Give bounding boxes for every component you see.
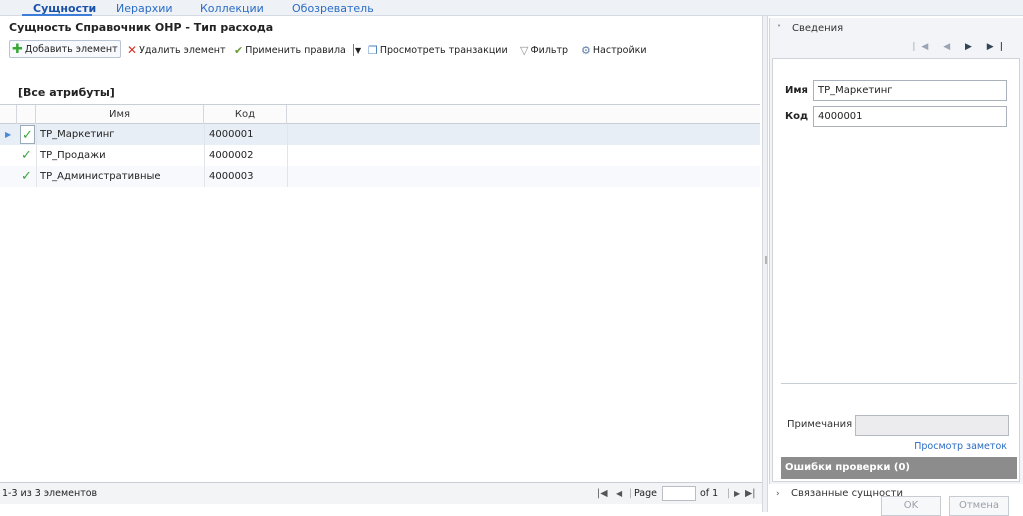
record-navigator: |◀ ◀ ▶ ▶| xyxy=(912,42,1009,52)
rules-icon: ✔ xyxy=(234,43,244,57)
main-tab-bar: Сущности Иерархии Коллекции Обозреватель xyxy=(0,0,1023,16)
grid-header: Имя Код xyxy=(0,105,760,124)
cell-name: ТР_Административные xyxy=(40,171,161,182)
cell-code: 4000001 xyxy=(209,129,254,140)
column-divider xyxy=(287,124,288,187)
tab-explorer[interactable]: Обозреватель xyxy=(292,2,374,15)
validation-errors-bar[interactable]: Ошибки проверки (0) xyxy=(781,457,1017,479)
last-record-icon[interactable]: ▶| xyxy=(987,42,1009,52)
first-page-icon[interactable]: |◀ xyxy=(597,488,608,499)
last-page-icon[interactable]: ▶| xyxy=(745,488,756,499)
view-transactions-button[interactable]: ❐ Просмотреть транзакции xyxy=(368,43,508,57)
page-label: Page xyxy=(634,488,657,499)
page-number-input[interactable] xyxy=(662,486,696,501)
prev-record-icon[interactable]: ◀ xyxy=(943,42,956,52)
table-row[interactable]: ✓ ТР_Продажи 4000002 xyxy=(0,145,760,166)
header-indicator-cell xyxy=(0,105,17,124)
transactions-icon: ❐ xyxy=(368,43,378,57)
add-element-label: Добавить элемент xyxy=(24,43,118,55)
view-transactions-label: Просмотреть транзакции xyxy=(379,44,508,56)
column-divider xyxy=(204,124,205,187)
valid-check-icon: ✓ xyxy=(21,169,32,184)
toolbar-separator xyxy=(353,44,354,56)
delete-element-label: Удалить элемент xyxy=(139,44,226,56)
column-header-code[interactable]: Код xyxy=(204,105,287,124)
apply-rules-button[interactable]: ✔ Применить правила xyxy=(234,43,346,57)
divider xyxy=(781,383,1017,384)
valid-check-icon: ✓ xyxy=(20,125,35,144)
table-row[interactable]: ✓ ТР_Административные 4000003 xyxy=(0,166,760,187)
pager-separator: | xyxy=(629,488,633,499)
details-form: Имя ТР_Маркетинг Код 4000001 Примечания … xyxy=(772,58,1020,516)
notes-field[interactable] xyxy=(855,415,1009,436)
splitter-grip-icon: ‖ xyxy=(764,255,768,264)
code-label: Код xyxy=(785,111,809,122)
item-count: 1-3 из 3 элементов xyxy=(2,488,98,499)
chevron-down-icon: ˅ xyxy=(777,24,781,33)
plus-icon: ✚ xyxy=(12,41,23,57)
header-status-cell xyxy=(17,105,36,124)
details-panel: ˅ Сведения |◀ ◀ ▶ ▶| Имя ТР_Маркетинг Ко… xyxy=(769,18,1023,516)
first-record-icon[interactable]: |◀ xyxy=(912,42,934,52)
settings-button[interactable]: ⚙ Настройки xyxy=(581,43,647,57)
apply-rules-dropdown[interactable]: ▼ xyxy=(355,43,361,57)
cell-code: 4000002 xyxy=(209,150,254,161)
next-record-icon[interactable]: ▶ xyxy=(965,42,978,52)
table-row[interactable]: ▶ ✓ ТР_Маркетинг 4000001 xyxy=(0,124,760,145)
prev-page-icon[interactable]: ◀ xyxy=(616,489,622,498)
page-title: Сущность Справочник ОНР - Тип расхода xyxy=(9,21,274,34)
valid-check-icon: ✓ xyxy=(21,148,32,163)
apply-rules-label: Применить правила xyxy=(245,44,346,56)
settings-label: Настройки xyxy=(592,44,647,56)
filter-icon: ▽ xyxy=(520,43,529,57)
related-entities-label: Связанные сущности xyxy=(791,488,903,499)
column-divider xyxy=(36,124,37,187)
code-field[interactable]: 4000001 xyxy=(813,106,1007,127)
active-tab-indicator xyxy=(22,14,92,16)
gear-icon: ⚙ xyxy=(581,43,591,57)
tab-collections[interactable]: Коллекции xyxy=(200,2,264,15)
cell-name: ТР_Маркетинг xyxy=(40,129,115,140)
delete-icon: ✕ xyxy=(127,43,138,57)
add-element-button[interactable]: ✚ Добавить элемент xyxy=(9,40,121,58)
next-page-icon[interactable]: ▶ xyxy=(734,489,740,498)
row-pointer-icon: ▶ xyxy=(5,130,12,139)
chevron-right-icon: › xyxy=(776,489,780,499)
column-header-name[interactable]: Имя xyxy=(36,105,204,124)
grid-footer: 1-3 из 3 элементов |◀ ◀ | Page of 1 | ▶ … xyxy=(0,482,762,504)
chevron-down-icon: ▼ xyxy=(355,45,362,55)
tab-hierarchies[interactable]: Иерархии xyxy=(116,2,173,15)
view-notes-link[interactable]: Просмотр заметок xyxy=(914,441,1007,452)
name-label: Имя xyxy=(785,85,808,96)
notes-label: Примечания xyxy=(787,419,853,430)
entity-grid: Имя Код ▶ ✓ ТР_Маркетинг 4000001 ✓ ТР_Пр… xyxy=(0,104,760,482)
related-entities-header[interactable]: › Связанные сущности xyxy=(769,484,1023,504)
details-header[interactable]: ˅ Сведения xyxy=(770,18,1023,40)
pager-separator: | xyxy=(727,488,731,499)
attributes-selector[interactable]: [Все атрибуты] xyxy=(18,86,115,99)
filter-label: Фильтр xyxy=(530,44,569,56)
name-field[interactable]: ТР_Маркетинг xyxy=(813,80,1007,101)
details-title: Сведения xyxy=(792,23,844,34)
page-of-label: of 1 xyxy=(700,488,719,499)
cell-name: ТР_Продажи xyxy=(40,150,106,161)
delete-element-button[interactable]: ✕ Удалить элемент xyxy=(127,43,226,57)
filter-button[interactable]: ▽ Фильтр xyxy=(520,43,568,57)
panel-splitter[interactable]: ‖ xyxy=(762,16,768,512)
cell-code: 4000003 xyxy=(209,171,254,182)
